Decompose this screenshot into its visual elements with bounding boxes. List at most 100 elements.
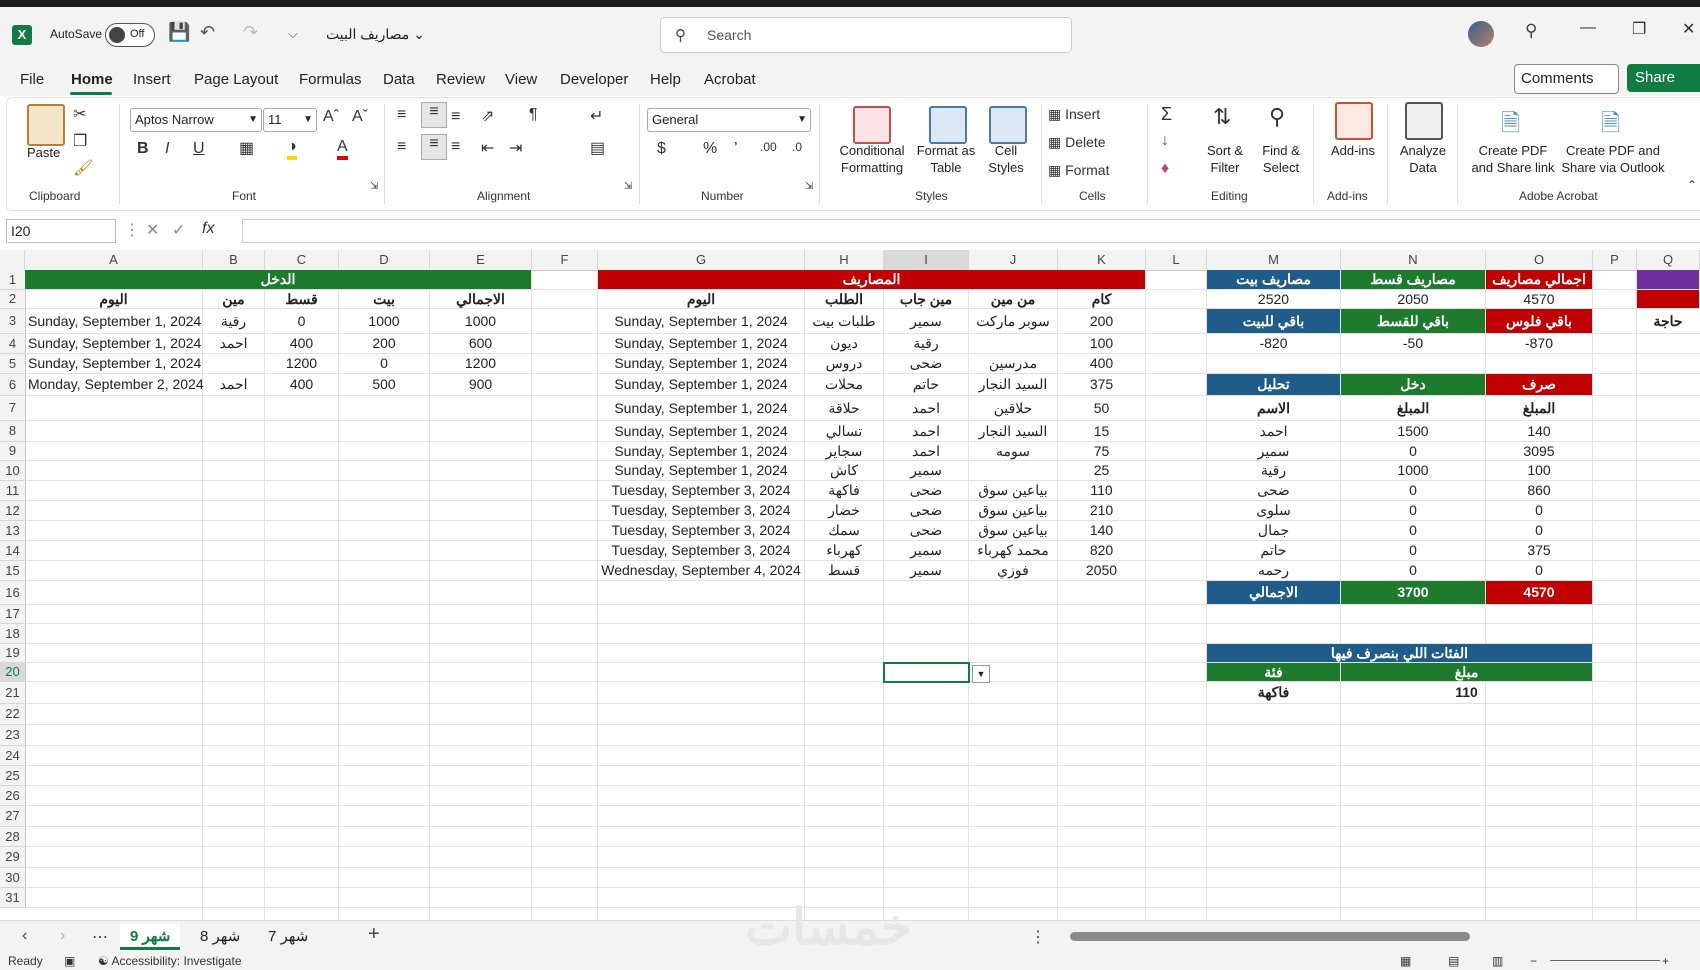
row-header-15[interactable]: 15 (0, 561, 26, 581)
column-header-j[interactable]: J (969, 250, 1058, 271)
increase-font-icon[interactable]: Aˆ (323, 108, 339, 126)
row-header-11[interactable]: 11 (0, 481, 26, 501)
collapse-ribbon-icon[interactable]: ⌃ (1687, 178, 1697, 192)
column-header-n[interactable]: N (1341, 250, 1486, 271)
row-header-17[interactable]: 17 (0, 605, 26, 624)
row-header-26[interactable]: 26 (0, 786, 26, 806)
row-header-27[interactable]: 27 (0, 806, 26, 827)
redo-icon[interactable]: ↷ (243, 22, 258, 43)
autosum-icon[interactable]: Σ (1161, 104, 1172, 125)
sheet-tab-8[interactable]: شهر 8 (190, 924, 250, 950)
row-header-7[interactable]: 7 (0, 396, 26, 421)
paste-label[interactable]: Paste (27, 144, 60, 161)
align-left-icon[interactable]: ≡ (397, 138, 406, 156)
zoom-out-icon[interactable]: − (1530, 954, 1537, 968)
delete-cells-button[interactable]: ▦ Delete (1048, 134, 1106, 151)
row-header-23[interactable]: 23 (0, 725, 26, 746)
row-header-24[interactable]: 24 (0, 746, 26, 766)
conditional-formatting-button[interactable]: Conditional Formatting (829, 142, 915, 176)
column-header-h[interactable]: H (805, 250, 884, 271)
row-header-21[interactable]: 21 (0, 682, 26, 704)
row-header-25[interactable]: 25 (0, 766, 26, 786)
row-header-31[interactable]: 31 (0, 888, 26, 908)
format-cells-button[interactable]: ▦ Format (1048, 162, 1109, 179)
zoom-in-icon[interactable]: + (1662, 954, 1669, 968)
options-icon[interactable]: ⋮ (1030, 927, 1046, 947)
bold-button[interactable]: B (137, 140, 149, 158)
row-header-18[interactable]: 18 (0, 624, 26, 644)
orientation-icon[interactable]: ⇗ (481, 106, 494, 126)
more-icon[interactable]: ⋮ (124, 220, 140, 240)
row-header-22[interactable]: 22 (0, 704, 26, 725)
column-header-a[interactable]: A (25, 250, 203, 271)
scrollbar-thumb[interactable] (1070, 932, 1470, 941)
merge-center-icon[interactable]: ▤ (590, 138, 605, 158)
sort-filter-button[interactable]: Sort & Filter (1197, 142, 1253, 176)
insert-function-button[interactable]: fx (202, 220, 214, 238)
find-select-button[interactable]: Find & Select (1251, 142, 1311, 176)
number-format-select[interactable]: General ▼ (647, 108, 811, 132)
font-size-select[interactable]: 11 ▼ (263, 108, 317, 132)
copy-icon[interactable]: ❐ (73, 131, 87, 151)
alignment-launcher-icon[interactable]: ⇲ (624, 181, 632, 192)
comma-icon[interactable]: ’ (734, 140, 738, 158)
row-header-9[interactable]: 9 (0, 442, 26, 461)
decrease-font-icon[interactable]: Aˇ (352, 108, 368, 126)
row-header-13[interactable]: 13 (0, 521, 26, 541)
cell-styles-button[interactable]: Cell Styles (979, 142, 1033, 176)
font-color-icon[interactable]: A (337, 138, 348, 160)
format-painter-icon[interactable]: 🖌 (73, 158, 93, 178)
zoom-slider[interactable] (1550, 960, 1660, 961)
tab-file[interactable]: File (20, 71, 44, 88)
decrease-indent-icon[interactable]: ⇤ (481, 138, 494, 158)
select-all-corner[interactable] (0, 250, 25, 271)
analyze-data-button[interactable]: Analyze Data (1393, 142, 1453, 176)
user-avatar[interactable] (1468, 21, 1494, 47)
lightbulb-icon[interactable]: ⚲ (1525, 21, 1537, 41)
tab-view[interactable]: View (505, 71, 537, 88)
row-header-19[interactable]: 19 (0, 644, 26, 663)
tab-home[interactable]: Home (71, 71, 113, 88)
underline-button[interactable]: U (193, 140, 205, 158)
column-header-l[interactable]: L (1146, 250, 1207, 271)
row-header-3[interactable]: 3 (0, 309, 26, 334)
search-box[interactable]: ⚲ Search (660, 17, 1072, 53)
sort-filter-icon[interactable]: ⇅ (1213, 104, 1231, 130)
align-right-icon[interactable]: ≡ (451, 138, 460, 156)
rtl-icon[interactable]: ¶ (529, 106, 538, 124)
column-header-c[interactable]: C (265, 250, 339, 271)
restore-icon[interactable]: ❐ (1632, 19, 1646, 39)
horizontal-scrollbar[interactable] (1060, 931, 1690, 941)
increase-indent-icon[interactable]: ⇥ (509, 138, 522, 158)
column-header-g[interactable]: G (598, 250, 805, 271)
row-header-1[interactable]: 1 (0, 270, 26, 290)
fill-color-icon[interactable]: ◑ (287, 138, 297, 160)
close-icon[interactable]: ✕ (1682, 19, 1695, 39)
column-header-k[interactable]: K (1058, 250, 1146, 271)
comments-button[interactable]: Comments (1514, 64, 1619, 94)
column-header-m[interactable]: M (1207, 250, 1341, 271)
create-pdf-link-button[interactable]: Create PDF and Share link (1465, 142, 1561, 176)
cell-styles-icon[interactable] (989, 106, 1027, 144)
column-header-f[interactable]: F (532, 250, 598, 271)
tab-review[interactable]: Review (436, 71, 485, 88)
add-sheet-icon[interactable]: + (368, 923, 380, 946)
row-header-29[interactable]: 29 (0, 847, 26, 868)
row-header-6[interactable]: 6 (0, 374, 26, 396)
number-launcher-icon[interactable]: ⇲ (805, 181, 813, 192)
accessibility-status[interactable]: ☯ Accessibility: Investigate (98, 954, 242, 968)
row-header-14[interactable]: 14 (0, 541, 26, 561)
analyze-data-icon[interactable] (1405, 102, 1443, 140)
row-header-20[interactable]: 20 (0, 663, 26, 682)
tab-insert[interactable]: Insert (133, 71, 171, 88)
name-box[interactable]: I20 (6, 219, 116, 243)
selected-cell[interactable] (883, 662, 970, 683)
font-launcher-icon[interactable]: ⇲ (370, 181, 378, 192)
clear-icon[interactable]: ♦ (1161, 160, 1169, 178)
currency-icon[interactable]: $ (657, 140, 666, 158)
undo-icon[interactable]: ↶ (200, 22, 215, 43)
sheet-tab-9[interactable]: شهر 9 (120, 924, 181, 950)
increase-decimal-icon[interactable]: .00 (760, 140, 777, 154)
format-as-table-icon[interactable] (929, 106, 967, 144)
font-name-select[interactable]: Aptos Narrow ▼ (130, 108, 262, 132)
